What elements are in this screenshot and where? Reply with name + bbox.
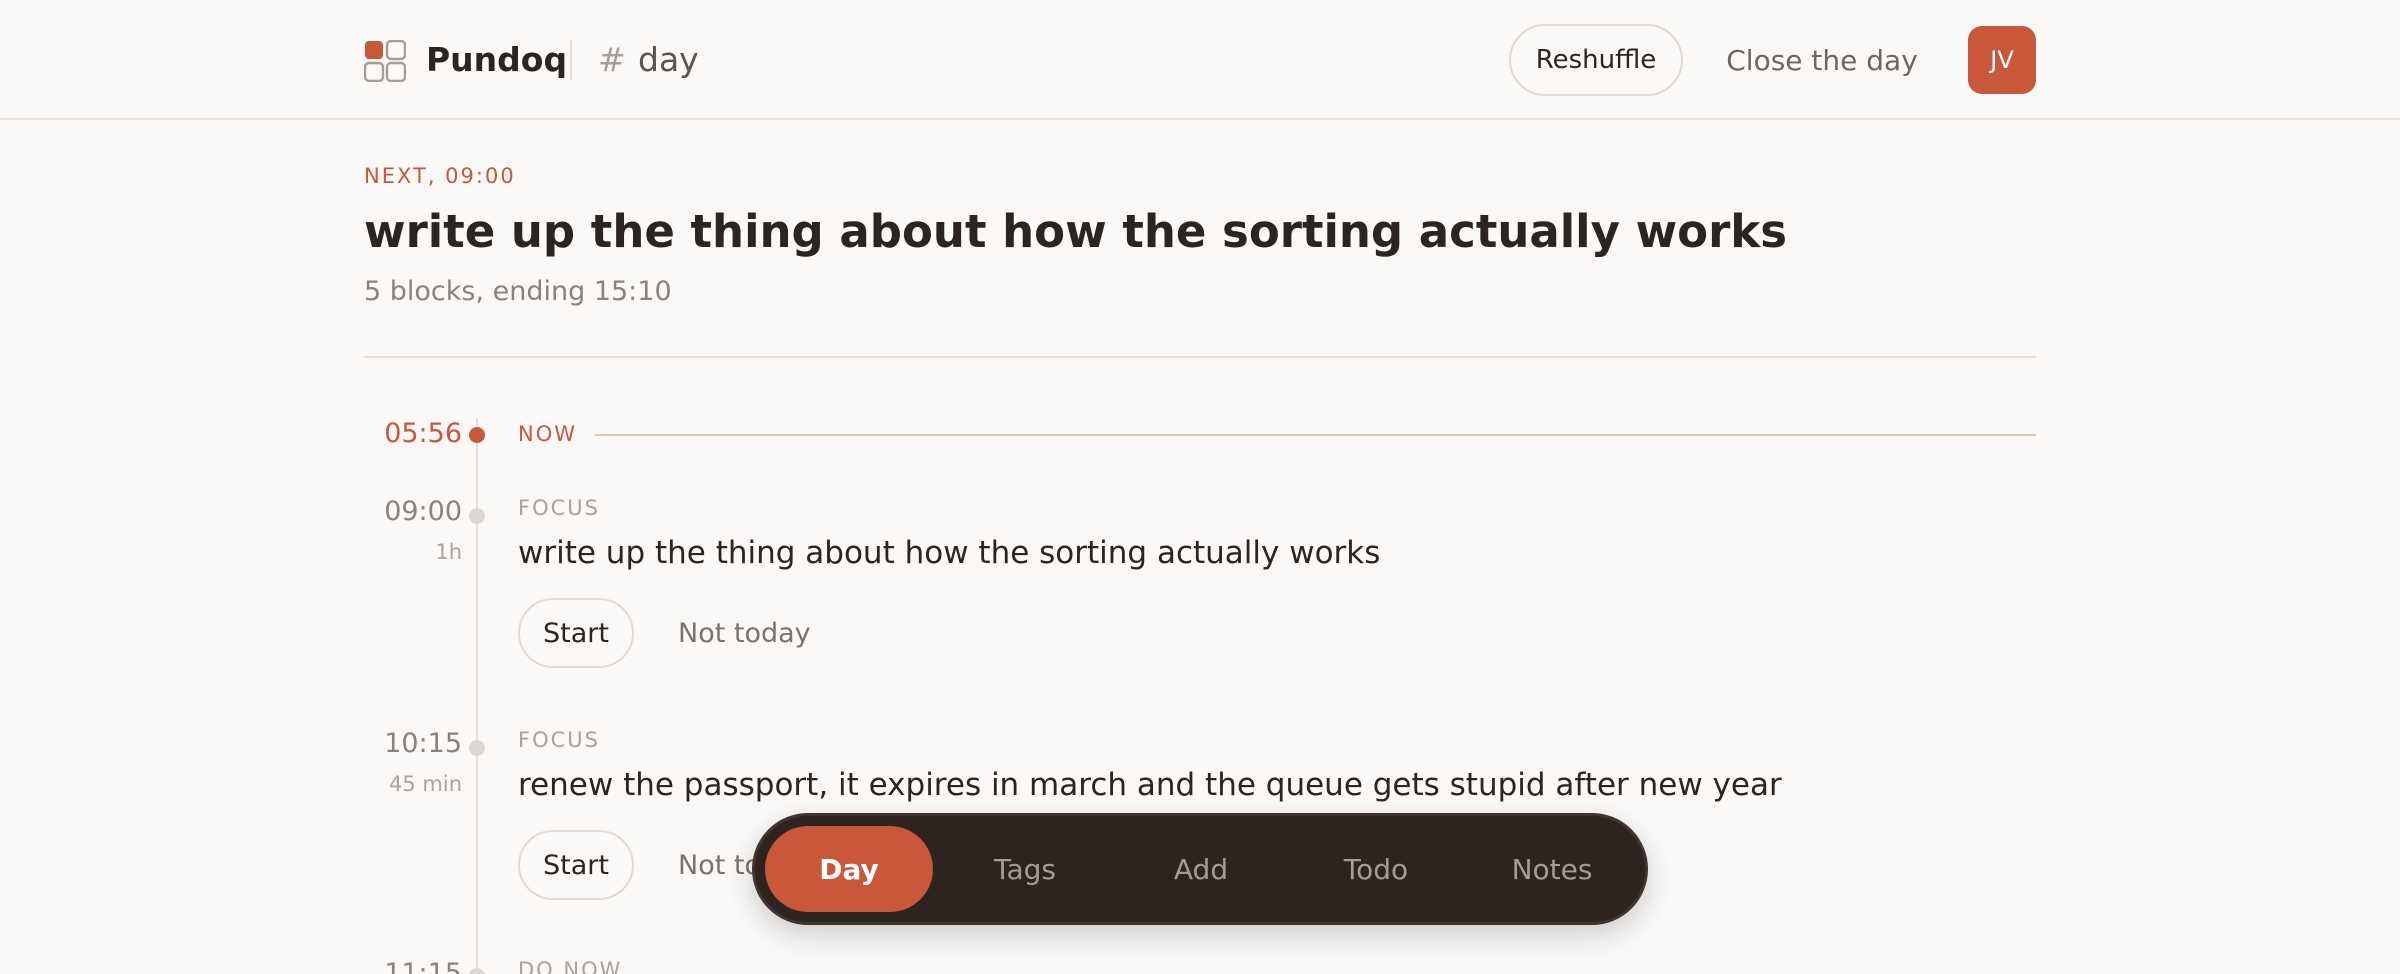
now-label: NOW <box>518 422 578 446</box>
top-bar: Pundoq # day Reshuffle Close the day JV <box>0 0 2400 120</box>
block-duration: 1h <box>435 540 462 564</box>
bottom-nav: Day Tags Add Todo Notes <box>752 813 1648 925</box>
now-line <box>595 434 2036 436</box>
timeline-dot <box>469 740 485 756</box>
hash-icon: # <box>598 40 626 79</box>
block-time: 11:15 <box>384 958 462 974</box>
timeline-dot <box>469 508 485 524</box>
block-kind: DO NOW <box>518 958 623 974</box>
start-button[interactable]: Start <box>518 598 634 668</box>
tab-todo[interactable]: Todo <box>1292 826 1460 912</box>
now-time: 05:56 <box>384 418 462 449</box>
block-kind: FOCUS <box>518 728 600 752</box>
tab-tags[interactable]: Tags <box>941 826 1109 912</box>
now-dot <box>469 427 485 443</box>
block-kind: FOCUS <box>518 496 600 520</box>
tab-day[interactable]: Day <box>765 826 933 912</box>
schedule-summary: 5 blocks, ending 15:10 <box>364 276 672 307</box>
block-time: 09:00 <box>384 496 462 527</box>
next-label: NEXT, 09:00 <box>364 164 516 188</box>
divider <box>364 356 2036 358</box>
page-title: write up the thing about how the sorting… <box>364 205 1787 258</box>
timeline-dot <box>469 968 485 974</box>
block-duration: 45 min <box>389 772 462 796</box>
block-title: renew the passport, it expires in march … <box>518 767 1782 803</box>
close-day-button[interactable]: Close the day <box>1708 24 1936 96</box>
block-time: 10:15 <box>384 728 462 759</box>
start-button[interactable]: Start <box>518 830 634 900</box>
block-title: write up the thing about how the sorting… <box>518 535 1381 571</box>
channel-name: day <box>638 40 699 79</box>
reshuffle-button[interactable]: Reshuffle <box>1509 24 1683 96</box>
not-today-button[interactable]: Not today <box>656 598 833 668</box>
header-divider <box>570 40 572 80</box>
tab-add[interactable]: Add <box>1117 826 1285 912</box>
avatar[interactable]: JV <box>1968 26 2036 94</box>
logo-icon <box>364 40 406 82</box>
timeline-line <box>476 418 478 974</box>
brand-name: Pundoq <box>426 40 568 79</box>
tab-notes[interactable]: Notes <box>1468 826 1636 912</box>
